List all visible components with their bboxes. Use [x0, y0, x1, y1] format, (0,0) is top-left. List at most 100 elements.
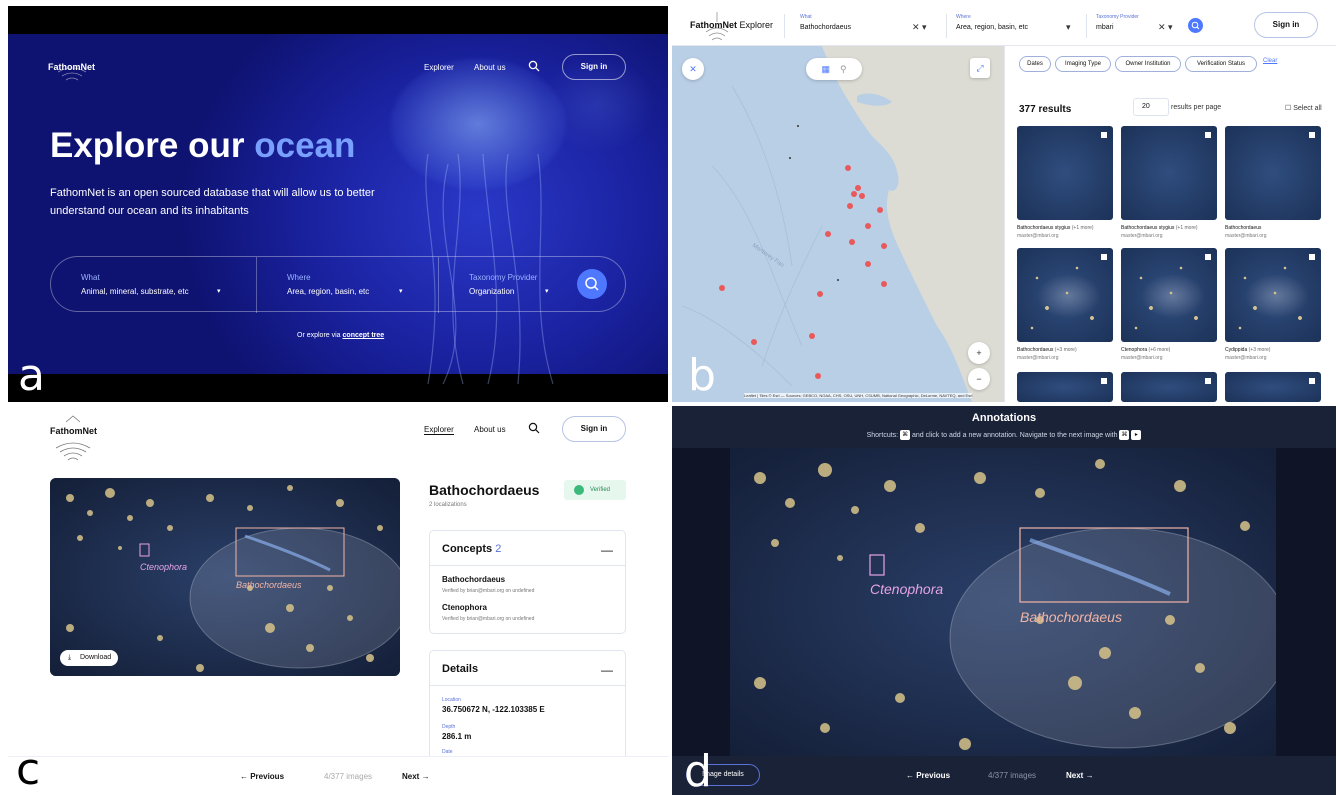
fathomnet-logo-icon [55, 415, 91, 461]
nav-explorer[interactable]: Explorer [424, 425, 454, 435]
thumbnail-checkbox[interactable] [1205, 378, 1211, 384]
taxonomy-field[interactable]: Taxonomy Provider mbari ✕ ▾ [1096, 12, 1186, 40]
sign-in-button[interactable]: Sign in [562, 54, 626, 80]
explore-prefix: Or explore via [297, 332, 343, 339]
thumbnail-checkbox[interactable] [1101, 132, 1107, 138]
result-thumbnail[interactable] [1121, 372, 1217, 402]
nav-about-us[interactable]: About us [474, 63, 506, 72]
location-value: 36.750672 N, -122.103385 E [442, 705, 545, 714]
map-view-toggle[interactable]: ▦ ⚲ [806, 58, 862, 80]
map-marker[interactable] [881, 243, 887, 249]
thumbnail-more: (+1 more) [1070, 225, 1094, 231]
chevron-down-icon[interactable]: ▾ [217, 287, 221, 295]
concept-tree-link[interactable]: concept tree [343, 332, 385, 339]
chevron-down-icon[interactable]: ▾ [1066, 22, 1071, 33]
map-marker[interactable] [865, 223, 871, 229]
thumbnail-checkbox[interactable] [1309, 132, 1315, 138]
explorer-brand[interactable]: FathomNet Explorer [690, 20, 773, 30]
filter-verification-status[interactable]: Verification Status [1185, 56, 1257, 72]
thumbnail-checkbox[interactable] [1309, 254, 1315, 260]
filter-imaging-type[interactable]: Imaging Type [1055, 56, 1111, 72]
pager-bar: Image details ← Previous 4/377 images Ne… [672, 756, 1336, 795]
taxonomy-field[interactable]: Taxonomy Provider Organization ▾ [469, 257, 569, 313]
map-marker[interactable] [855, 185, 861, 191]
result-thumbnail[interactable] [1225, 372, 1321, 402]
next-button[interactable]: Next → [402, 772, 430, 781]
chevron-down-icon[interactable]: ▾ [399, 287, 403, 295]
thumbnail-checkbox[interactable] [1205, 254, 1211, 260]
shortcuts-hint: Shortcuts: ⌘ and click to add a new anno… [672, 430, 1336, 440]
where-field[interactable]: Where Area, region, basin, etc ▾ [287, 257, 437, 313]
filter-dates[interactable]: Dates [1019, 56, 1051, 72]
route-icon[interactable]: ⚲ [840, 64, 847, 74]
brand-logo[interactable]: FathomNet [48, 62, 95, 72]
previous-button[interactable]: ← Previous [240, 772, 284, 781]
result-thumbnail[interactable] [1121, 248, 1217, 342]
chevron-down-icon[interactable]: ▾ [545, 287, 549, 295]
filter-owner-institution[interactable]: Owner Institution [1115, 56, 1181, 72]
zoom-in-button[interactable]: + [968, 342, 990, 364]
map-marker[interactable] [809, 333, 815, 339]
where-field[interactable]: Where Area, region, basin, etc ▾ [956, 12, 1086, 40]
map-marker[interactable] [849, 239, 855, 245]
shortcuts-text: and click to add a new annotation. Navig… [912, 431, 1118, 439]
select-all-checkbox[interactable]: ☐ Select all [1285, 104, 1322, 112]
map-marker[interactable] [877, 207, 883, 213]
map-marker[interactable] [851, 191, 857, 197]
search-button[interactable] [1188, 18, 1203, 33]
what-field[interactable]: What Bathochordaeus ✕ ▾ [800, 12, 950, 40]
thumbnail-checkbox[interactable] [1101, 254, 1107, 260]
search-icon[interactable] [528, 422, 540, 434]
map-marker[interactable] [751, 339, 757, 345]
clear-filters-link[interactable]: Clear [1263, 58, 1277, 64]
nav-explorer[interactable]: Explorer [424, 63, 454, 72]
zoom-out-button[interactable]: − [968, 368, 990, 390]
depth-value: 286.1 m [442, 732, 472, 741]
close-map-button[interactable]: ✕ [682, 58, 704, 80]
download-button[interactable]: ⤓ Download [60, 650, 118, 666]
map-marker[interactable] [859, 193, 865, 199]
results-map[interactable]: Monterey Fan ✕ ▦ ⚲ ⤢ + − Leaflet | Tiles… [672, 46, 1004, 402]
location-label: Location [442, 697, 461, 703]
map-attribution[interactable]: Leaflet | Tiles © Esri — Sources: GEBCO,… [744, 393, 973, 398]
result-thumbnail[interactable] [1017, 372, 1113, 402]
sign-in-button[interactable]: Sign in [1254, 12, 1318, 38]
clear-icon[interactable]: ✕ ▾ [912, 22, 927, 33]
nav-about-us[interactable]: About us [474, 425, 506, 434]
per-page-input[interactable]: 20 [1133, 98, 1169, 116]
search-button[interactable] [577, 269, 607, 299]
thumbnail-checkbox[interactable] [1101, 378, 1107, 384]
map-marker[interactable] [817, 291, 823, 297]
result-thumbnail[interactable] [1121, 126, 1217, 220]
annotation-canvas[interactable]: Bathochordaeus Ctenophora [730, 448, 1276, 756]
map-marker[interactable] [719, 285, 725, 291]
result-thumbnail[interactable] [1225, 126, 1321, 220]
sign-in-button[interactable]: Sign in [562, 416, 626, 442]
previous-button[interactable]: ← Previous [906, 771, 950, 780]
clear-icon[interactable]: ✕ ▾ [1158, 22, 1173, 33]
map-icon[interactable]: ▦ [821, 64, 830, 74]
collapse-icon[interactable]: — [601, 663, 613, 677]
expand-icon[interactable]: ⤢ [970, 58, 990, 78]
map-marker[interactable] [881, 281, 887, 287]
what-field[interactable]: What Animal, mineral, substrate, etc ▾ [81, 257, 251, 313]
result-thumbnail[interactable] [1017, 126, 1113, 220]
search-icon[interactable] [528, 60, 540, 72]
arrow-key-icon: ▸ [1131, 430, 1142, 440]
thumbnail-checkbox[interactable] [1309, 378, 1315, 384]
figure-root: FathomNet Explorer About us Sign in Expl… [0, 0, 1338, 795]
map-marker[interactable] [825, 231, 831, 237]
result-thumbnail[interactable] [1017, 248, 1113, 342]
collapse-icon[interactable]: — [601, 543, 613, 557]
result-thumbnail[interactable] [1225, 248, 1321, 342]
map-marker[interactable] [865, 261, 871, 267]
thumbnail-checkbox[interactable] [1205, 132, 1211, 138]
details-card: Details — Location 36.750672 N, -122.103… [429, 650, 626, 760]
map-marker[interactable] [815, 373, 821, 379]
brand-logo[interactable]: FathomNet [50, 426, 97, 436]
map-marker[interactable] [845, 165, 851, 171]
image-counter: 4/377 images [324, 772, 373, 781]
next-button[interactable]: Next → [1066, 771, 1094, 780]
map-marker[interactable] [847, 203, 853, 209]
hero-description: FathomNet is an open sourced database th… [50, 187, 375, 217]
